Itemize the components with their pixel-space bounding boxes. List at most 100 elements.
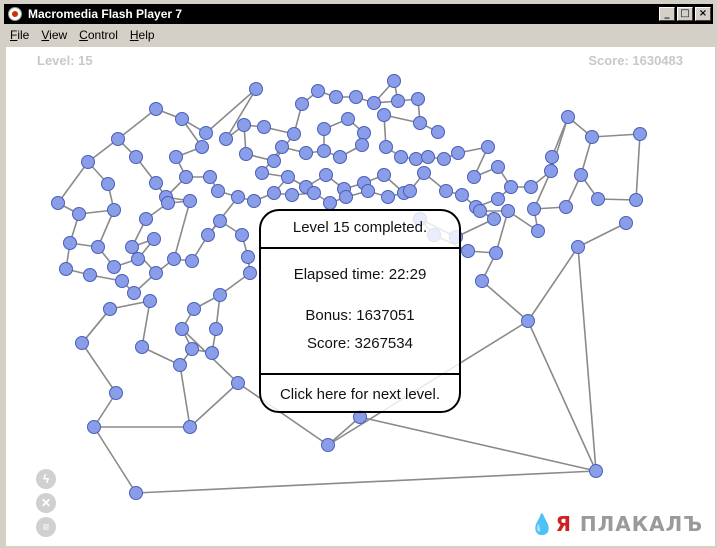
graph-node[interactable] <box>467 170 481 184</box>
graph-node[interactable] <box>175 112 189 126</box>
graph-node[interactable] <box>591 192 605 206</box>
graph-node[interactable] <box>285 188 299 202</box>
graph-node[interactable] <box>235 228 249 242</box>
graph-node[interactable] <box>205 346 219 360</box>
graph-node[interactable] <box>481 140 495 154</box>
graph-node[interactable] <box>629 193 643 207</box>
graph-node[interactable] <box>167 252 181 266</box>
graph-node[interactable] <box>239 147 253 161</box>
graph-node[interactable] <box>213 214 227 228</box>
graph-node[interactable] <box>129 150 143 164</box>
graph-node[interactable] <box>129 486 143 500</box>
graph-node[interactable] <box>107 260 121 274</box>
graph-node[interactable] <box>381 190 395 204</box>
graph-node[interactable] <box>321 438 335 452</box>
graph-node[interactable] <box>544 164 558 178</box>
graph-node[interactable] <box>377 168 391 182</box>
graph-node[interactable] <box>295 97 309 111</box>
graph-node[interactable] <box>147 232 161 246</box>
graph-node[interactable] <box>183 194 197 208</box>
graph-node[interactable] <box>203 170 217 184</box>
graph-node[interactable] <box>589 464 603 478</box>
graph-node[interactable] <box>559 200 573 214</box>
graph-node[interactable] <box>161 196 175 210</box>
graph-node[interactable] <box>451 146 465 160</box>
graph-node[interactable] <box>341 112 355 126</box>
graph-node[interactable] <box>173 358 187 372</box>
graph-node[interactable] <box>461 244 475 258</box>
graph-node[interactable] <box>417 166 431 180</box>
graph-node[interactable] <box>329 90 343 104</box>
minimize-button[interactable]: _ <box>659 7 675 21</box>
graph-node[interactable] <box>115 274 129 288</box>
graph-node[interactable] <box>391 94 405 108</box>
graph-node[interactable] <box>473 204 487 218</box>
graph-node[interactable] <box>91 240 105 254</box>
graph-node[interactable] <box>475 274 489 288</box>
game-stage[interactable]: Level: 15 Score: 1630483 Level 15 comple… <box>6 47 715 546</box>
graph-node[interactable] <box>149 176 163 190</box>
graph-node[interactable] <box>101 177 115 191</box>
graph-node[interactable] <box>585 130 599 144</box>
maximize-button[interactable]: □ <box>677 7 693 21</box>
graph-node[interactable] <box>83 268 97 282</box>
graph-node[interactable] <box>394 150 408 164</box>
graph-node[interactable] <box>267 154 281 168</box>
graph-node[interactable] <box>333 150 347 164</box>
graph-node[interactable] <box>409 152 423 166</box>
graph-node[interactable] <box>527 202 541 216</box>
graph-node[interactable] <box>317 122 331 136</box>
graph-node[interactable] <box>257 120 271 134</box>
graph-node[interactable] <box>437 152 451 166</box>
lightning-icon[interactable]: ϟ <box>36 469 56 489</box>
graph-node[interactable] <box>574 168 588 182</box>
graph-node[interactable] <box>349 90 363 104</box>
graph-node[interactable] <box>323 196 337 210</box>
graph-node[interactable] <box>317 144 331 158</box>
graph-node[interactable] <box>219 132 233 146</box>
graph-node[interactable] <box>311 84 325 98</box>
graph-node[interactable] <box>72 207 86 221</box>
graph-node[interactable] <box>299 146 313 160</box>
graph-node[interactable] <box>545 150 559 164</box>
graph-node[interactable] <box>281 170 295 184</box>
graph-node[interactable] <box>379 140 393 154</box>
graph-node[interactable] <box>109 386 123 400</box>
graph-node[interactable] <box>255 166 269 180</box>
graph-node[interactable] <box>357 126 371 140</box>
graph-node[interactable] <box>524 180 538 194</box>
graph-node[interactable] <box>149 102 163 116</box>
graph-node[interactable] <box>187 302 201 316</box>
graph-node[interactable] <box>355 138 369 152</box>
graph-node[interactable] <box>501 204 515 218</box>
menu-control[interactable]: Control <box>73 28 124 42</box>
menu-file[interactable]: File <box>4 28 35 42</box>
close-icon[interactable]: ✕ <box>36 493 56 513</box>
graph-node[interactable] <box>307 186 321 200</box>
graph-node[interactable] <box>107 203 121 217</box>
graph-node[interactable] <box>361 184 375 198</box>
graph-node[interactable] <box>63 236 77 250</box>
graph-node[interactable] <box>179 170 193 184</box>
menu-help[interactable]: Help <box>124 28 161 42</box>
graph-node[interactable] <box>571 240 585 254</box>
graph-node[interactable] <box>387 74 401 88</box>
graph-node[interactable] <box>619 216 633 230</box>
graph-node[interactable] <box>247 194 261 208</box>
graph-node[interactable] <box>491 192 505 206</box>
graph-node[interactable] <box>139 212 153 226</box>
graph-node[interactable] <box>199 126 213 140</box>
graph-node[interactable] <box>411 92 425 106</box>
graph-node[interactable] <box>81 155 95 169</box>
graph-node[interactable] <box>531 224 545 238</box>
graph-node[interactable] <box>231 190 245 204</box>
graph-node[interactable] <box>185 342 199 356</box>
graph-node[interactable] <box>521 314 535 328</box>
graph-node[interactable] <box>149 266 163 280</box>
graph-node[interactable] <box>367 96 381 110</box>
graph-node[interactable] <box>487 212 501 226</box>
graph-node[interactable] <box>213 288 227 302</box>
graph-node[interactable] <box>231 376 245 390</box>
graph-node[interactable] <box>237 118 251 132</box>
graph-node[interactable] <box>319 168 333 182</box>
